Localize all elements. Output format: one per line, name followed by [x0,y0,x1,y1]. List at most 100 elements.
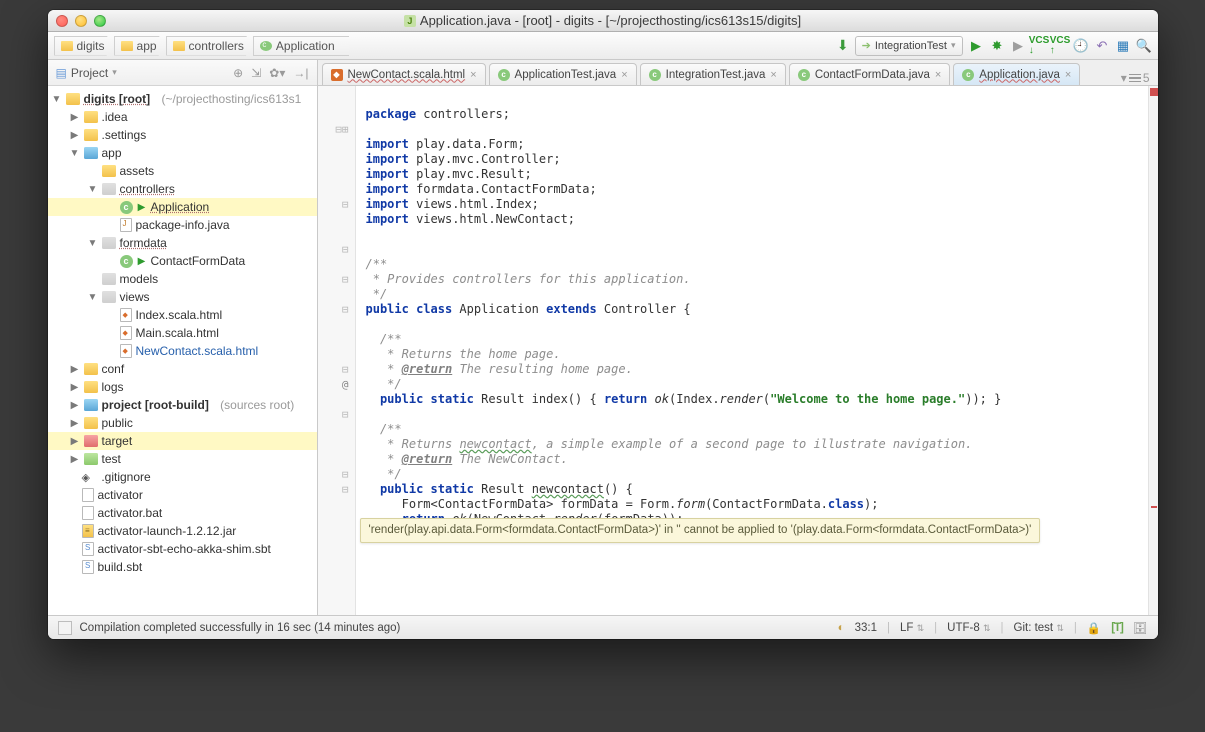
hector-icon[interactable]: ◐ [838,622,845,634]
hide-tool-button[interactable]: →| [293,66,308,80]
line-separator[interactable]: LF ⇅ [900,622,924,634]
package-icon [102,183,116,195]
tree-item[interactable]: build.sbt [98,560,143,574]
breadcrumb-controllers[interactable]: controllers [166,36,254,56]
tree-item-selected[interactable]: Application [151,200,210,214]
tree-toggle[interactable]: ▶ [70,382,80,393]
collapse-icon[interactable]: ⇲ [251,66,261,80]
search-icon[interactable]: 🔍 [1137,38,1152,53]
tree-item[interactable]: .idea [102,110,128,124]
coverage-button[interactable]: ▶ [1011,38,1026,53]
tree-item[interactable]: views [120,290,150,304]
error-indicator-icon [1150,88,1158,96]
tree-toggle[interactable]: ▼ [88,184,98,195]
ide-talk-icon[interactable]: [T] [1111,622,1123,634]
tree-item[interactable]: .gitignore [101,470,150,484]
tree-item[interactable]: Index.scala.html [136,308,223,322]
tree-item[interactable]: NewContact.scala.html [136,344,259,358]
caret-position[interactable]: 33:1 [855,622,877,634]
breadcrumb-application[interactable]: Application [253,36,349,56]
tree-toggle[interactable]: ▶ [70,112,80,123]
tree-item[interactable]: public [102,416,133,430]
tree-toggle[interactable]: ▶ [70,418,80,429]
git-branch[interactable]: Git: test ⇅ [1014,622,1064,634]
error-mark[interactable] [1151,506,1157,508]
tree-toggle[interactable]: ▶ [70,436,80,447]
tool-windows-toggle[interactable] [58,621,72,635]
class-icon: c [498,69,510,81]
run-config-selector[interactable]: ➔ IntegrationTest ▾ [855,36,963,56]
folder-icon [84,417,98,429]
settings-gear-icon[interactable]: ✿▾ [269,66,285,80]
class-icon: c [962,69,974,81]
tree-item[interactable]: activator [98,488,143,502]
chevron-down-icon[interactable]: ▾ [112,67,117,78]
code-area[interactable]: package controllers; import play.data.Fo… [356,86,1158,615]
tree-item[interactable]: ContactFormData [151,254,246,268]
project-tree[interactable]: ▼digits [root] (~/projecthosting/ics613s… [48,86,317,615]
tree-toggle[interactable]: ▶ [70,364,80,375]
vcs-update-button[interactable]: VCS↓ [1032,38,1047,53]
editor-tabs: ◆NewContact.scala.html× cApplicationTest… [318,60,1158,86]
tree-item[interactable]: project [root-build] [102,398,209,412]
undo-button[interactable]: ↶ [1095,38,1110,53]
minimize-window-button[interactable] [75,15,87,27]
class-icon: c [120,201,133,214]
tree-item[interactable]: activator-launch-1.2.12.jar [98,524,237,538]
tab-list-icon[interactable]: ▾5 [1121,71,1150,85]
breadcrumb-digits[interactable]: digits [54,36,115,56]
tree-item[interactable]: target [102,434,133,448]
tree-item[interactable]: models [120,272,159,286]
class-icon: c [120,255,133,268]
editor[interactable]: ⊟⊞ ⊟ ⊟ ⊟ ⊟ ⊟ @ ⊟ ⊟ ⊟ packa [318,86,1158,615]
vcs-history-button[interactable]: 🕘 [1074,38,1089,53]
vcs-commit-button[interactable]: VCS↑ [1053,38,1068,53]
close-tab-icon[interactable]: × [935,69,941,81]
source-folder-icon [84,399,98,411]
error-stripe[interactable] [1148,86,1158,615]
close-tab-icon[interactable]: × [1065,69,1071,81]
file-encoding[interactable]: UTF-8 ⇅ [947,622,990,634]
tree-item[interactable]: assets [120,164,155,178]
tree-toggle[interactable]: ▶ [70,454,80,465]
tab-applicationtest[interactable]: cApplicationTest.java× [489,63,637,85]
tree-item[interactable]: Main.scala.html [136,326,219,340]
tab-contactformdata[interactable]: cContactFormData.java× [789,63,950,85]
tree-item[interactable]: test [102,452,121,466]
tree-item[interactable]: controllers [120,182,175,196]
tree-item[interactable]: logs [102,380,124,394]
close-tab-icon[interactable]: × [770,69,776,81]
tree-item[interactable]: activator-sbt-echo-akka-shim.sbt [98,542,271,556]
tree-toggle[interactable]: ▼ [70,148,80,159]
tree-root[interactable]: digits [root] [84,92,151,106]
tree-item[interactable]: conf [102,362,125,376]
memory-indicator[interactable]: 🗄 [1133,621,1148,635]
run-button[interactable]: ▶ [969,38,984,53]
lock-icon[interactable]: 🔒 [1087,621,1101,635]
tab-newcontact-html[interactable]: ◆NewContact.scala.html× [322,63,486,85]
compile-down-icon[interactable]: ⬇︎ [837,37,849,54]
close-tab-icon[interactable]: × [621,69,627,81]
tab-integrationtest[interactable]: cIntegrationTest.java× [640,63,786,85]
project-structure-button[interactable]: ▦ [1116,38,1131,53]
breadcrumb-app[interactable]: app [114,36,167,56]
zoom-window-button[interactable] [94,15,106,27]
folder-icon [121,41,133,51]
tree-toggle[interactable]: ▶ [70,400,80,411]
tree-item[interactable]: .settings [102,128,147,142]
autoscroll-icon[interactable]: ⊕ [233,66,243,80]
close-window-button[interactable] [56,15,68,27]
debug-button[interactable]: ✸ [990,38,1005,53]
tree-item[interactable]: formdata [120,236,167,250]
tab-application[interactable]: cApplication.java× [953,63,1080,85]
tree-item[interactable]: app [102,146,122,160]
tree-item[interactable]: package-info.java [136,218,230,232]
tree-toggle[interactable]: ▼ [88,292,98,303]
tree-toggle[interactable]: ▶ [70,130,80,141]
gutter: ⊟⊞ ⊟ ⊟ ⊟ ⊟ ⊟ @ ⊟ ⊟ ⊟ [318,86,356,615]
tree-item[interactable]: activator.bat [98,506,163,520]
close-tab-icon[interactable]: × [470,69,476,81]
tree-toggle[interactable]: ▼ [88,238,98,249]
java-file-icon: J [404,15,416,27]
tree-toggle[interactable]: ▼ [52,94,62,105]
